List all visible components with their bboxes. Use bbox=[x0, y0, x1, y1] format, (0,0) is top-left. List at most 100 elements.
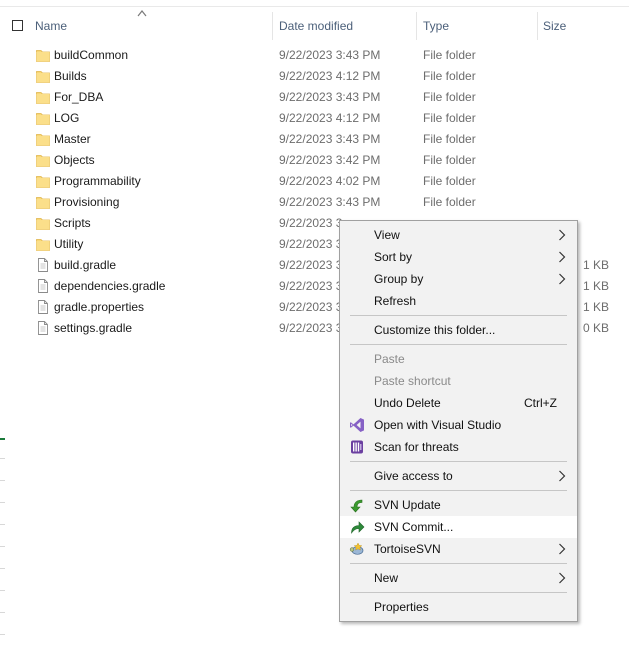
folder-icon bbox=[36, 153, 50, 167]
file-row[interactable]: Builds 9/22/2023 4:12 PM File folder bbox=[30, 66, 629, 87]
file-date-modified: 9/22/2023 4:12 PM bbox=[279, 111, 381, 125]
file-name: Objects bbox=[54, 153, 95, 167]
menu-item-refresh[interactable]: Refresh bbox=[340, 290, 577, 312]
menu-item-sort-by[interactable]: Sort by bbox=[340, 246, 577, 268]
file-name: Builds bbox=[54, 69, 87, 83]
defender-scan-icon bbox=[349, 439, 365, 455]
menu-item-undo-delete[interactable]: Undo Delete Ctrl+Z bbox=[340, 392, 577, 414]
file-name: Master bbox=[54, 132, 91, 146]
folder-icon bbox=[36, 48, 50, 62]
chevron-right-icon bbox=[558, 229, 566, 241]
file-size: 1 KB bbox=[582, 279, 609, 293]
file-type: File folder bbox=[423, 153, 476, 167]
file-row[interactable]: For_DBA 9/22/2023 3:43 PM File folder bbox=[30, 87, 629, 108]
menu-item-label: Paste bbox=[374, 352, 405, 366]
menu-item-label: Scan for threats bbox=[374, 440, 459, 454]
menu-item-label: Customize this folder... bbox=[374, 323, 496, 337]
file-row[interactable]: LOG 9/22/2023 4:12 PM File folder bbox=[30, 108, 629, 129]
file-type: File folder bbox=[423, 48, 476, 62]
file-name: gradle.properties bbox=[54, 300, 145, 314]
file-icon bbox=[36, 279, 50, 293]
menu-item-label: Group by bbox=[374, 272, 424, 286]
menu-item-group-by[interactable]: Group by bbox=[340, 268, 577, 290]
menu-separator bbox=[350, 563, 567, 564]
file-date-modified: 9/22/2023 4:12 PM bbox=[279, 69, 381, 83]
file-name: Programmability bbox=[54, 174, 141, 188]
select-all-checkbox[interactable] bbox=[12, 20, 23, 31]
folder-icon bbox=[36, 90, 50, 104]
file-row[interactable]: buildCommon 9/22/2023 3:43 PM File folder bbox=[30, 45, 629, 66]
file-date-modified: 9/22/2023 3 bbox=[279, 279, 343, 293]
file-type: File folder bbox=[423, 90, 476, 104]
menu-item-new[interactable]: New bbox=[340, 567, 577, 589]
folder-icon bbox=[36, 216, 50, 230]
menu-separator bbox=[350, 490, 567, 491]
menu-item-label: New bbox=[374, 571, 399, 585]
context-menu: View Sort by Group by Refresh Customize this… bbox=[339, 220, 578, 622]
file-row[interactable]: Provisioning 9/22/2023 3:43 PM File folder bbox=[30, 192, 629, 213]
sort-ascending-icon bbox=[137, 10, 147, 17]
menu-item-give-access-to[interactable]: Give access to bbox=[340, 465, 577, 487]
menu-item-scan-for-threats[interactable]: Scan for threats bbox=[340, 436, 577, 458]
file-date-modified: 9/22/2023 3 bbox=[279, 321, 343, 335]
svn-update-icon bbox=[349, 497, 365, 513]
file-name: For_DBA bbox=[54, 90, 104, 104]
folder-icon bbox=[36, 111, 50, 125]
file-type: File folder bbox=[423, 132, 476, 146]
file-type: File folder bbox=[423, 195, 476, 209]
menu-item-label: TortoiseSVN bbox=[374, 542, 441, 556]
file-row[interactable]: Programmability 9/22/2023 4:02 PM File fol… bbox=[30, 171, 629, 192]
menu-item-label: Open with Visual Studio bbox=[374, 418, 502, 432]
column-name-header[interactable]: Name bbox=[35, 19, 67, 33]
chevron-right-icon bbox=[558, 273, 566, 285]
chevron-right-icon bbox=[558, 543, 566, 555]
column-type-header[interactable]: Type bbox=[423, 19, 449, 33]
column-divider[interactable] bbox=[272, 12, 273, 40]
file-name: Provisioning bbox=[54, 195, 120, 209]
menu-item-label: Give access to bbox=[374, 469, 453, 483]
file-name: settings.gradle bbox=[54, 321, 133, 335]
menu-item-tortoisesvn[interactable]: TortoiseSVN bbox=[340, 538, 577, 560]
chevron-right-icon bbox=[558, 251, 566, 263]
folder-icon bbox=[36, 132, 50, 146]
svn-commit-icon bbox=[349, 519, 365, 535]
file-name: dependencies.gradle bbox=[54, 279, 166, 293]
file-name: Scripts bbox=[54, 216, 91, 230]
file-date-modified: 9/22/2023 3 bbox=[279, 300, 343, 314]
menu-item-svn-commit[interactable]: SVN Commit... bbox=[340, 516, 577, 538]
file-row[interactable]: Objects 9/22/2023 3:42 PM File folder bbox=[30, 150, 629, 171]
column-date-modified-header[interactable]: Date modified bbox=[279, 19, 353, 33]
folder-icon bbox=[36, 69, 50, 83]
menu-item-properties[interactable]: Properties bbox=[340, 596, 577, 618]
file-size: 1 KB bbox=[582, 258, 609, 272]
folder-icon bbox=[36, 237, 50, 251]
menu-item-svn-update[interactable]: SVN Update bbox=[340, 494, 577, 516]
menu-item-view[interactable]: View bbox=[340, 224, 577, 246]
menu-item-label: SVN Commit... bbox=[374, 520, 454, 534]
file-name: Utility bbox=[54, 237, 84, 251]
menu-item-customize-this-folder[interactable]: Customize this folder... bbox=[340, 319, 577, 341]
file-date-modified: 9/22/2023 3:42 PM bbox=[279, 153, 381, 167]
column-divider[interactable] bbox=[537, 12, 538, 40]
menu-item-label: Properties bbox=[374, 600, 429, 614]
file-date-modified: 9/22/2023 3 bbox=[279, 216, 343, 230]
menu-separator bbox=[350, 344, 567, 345]
folder-icon bbox=[36, 174, 50, 188]
menu-item-paste-shortcut: Paste shortcut bbox=[340, 370, 577, 392]
top-border bbox=[0, 6, 629, 7]
left-gutter bbox=[0, 0, 6, 648]
file-row[interactable]: Master 9/22/2023 3:43 PM File folder bbox=[30, 129, 629, 150]
file-date-modified: 9/22/2023 3 bbox=[279, 237, 343, 251]
file-type: File folder bbox=[423, 111, 476, 125]
file-size: 1 KB bbox=[582, 300, 609, 314]
menu-item-label: Undo Delete bbox=[374, 396, 441, 410]
menu-item-label: Sort by bbox=[374, 250, 413, 264]
column-divider[interactable] bbox=[416, 12, 417, 40]
menu-item-open-with-visual-studio[interactable]: Open with Visual Studio bbox=[340, 414, 577, 436]
file-name: LOG bbox=[54, 111, 80, 125]
column-size-header[interactable]: Size bbox=[543, 19, 566, 33]
menu-separator bbox=[350, 315, 567, 316]
menu-separator bbox=[350, 461, 567, 462]
file-name: buildCommon bbox=[54, 48, 129, 62]
file-icon bbox=[36, 258, 50, 272]
